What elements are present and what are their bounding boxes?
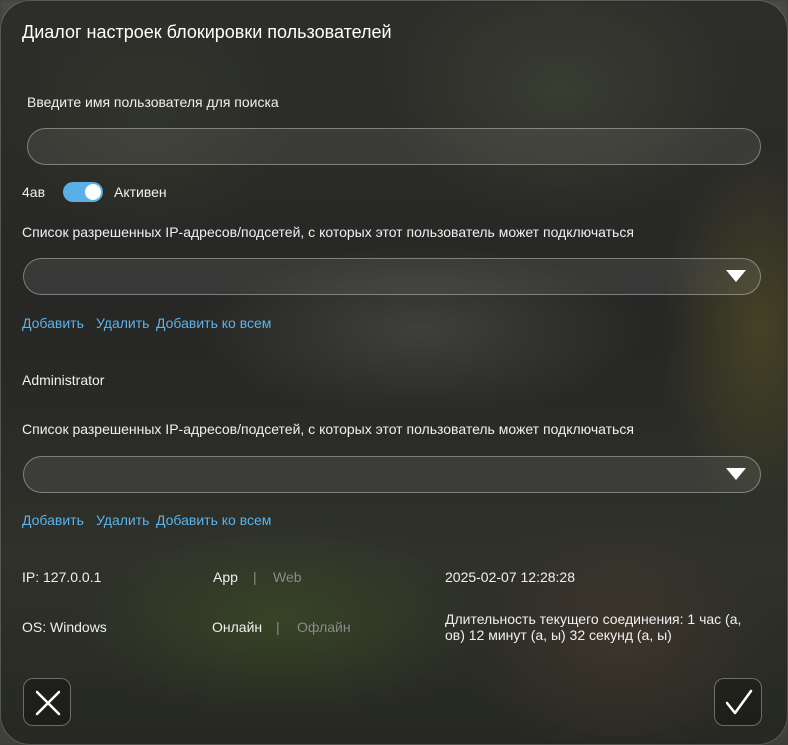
add-ip-link[interactable]: Добавить xyxy=(22,512,84,528)
user-name-label: Administrator xyxy=(22,372,105,388)
session-os: OS: Windows xyxy=(22,619,107,635)
user-active-toggle[interactable] xyxy=(63,182,103,202)
ip-list-select[interactable] xyxy=(23,456,761,493)
client-web-label: Web xyxy=(273,569,302,585)
confirm-button[interactable] xyxy=(714,678,762,726)
search-label: Введите имя пользователя для поиска xyxy=(27,94,279,110)
offline-status-label: Офлайн xyxy=(297,619,351,635)
user-status-label: Активен xyxy=(114,184,167,200)
ip-list-select[interactable] xyxy=(23,258,761,295)
cancel-button[interactable] xyxy=(23,678,71,726)
ip-list-label: Список разрешенных IP-адресов/подсетей, … xyxy=(22,224,634,240)
remove-ip-link[interactable]: Удалить xyxy=(96,315,149,331)
add-ip-to-all-link[interactable]: Добавить ко всем xyxy=(156,512,271,528)
status-separator: | xyxy=(276,619,280,635)
close-icon xyxy=(35,690,61,716)
toggle-knob xyxy=(85,184,101,200)
checkmark-icon xyxy=(725,689,753,715)
chevron-down-icon xyxy=(726,270,746,282)
user-block-settings-dialog: Диалог настроек блокировки пользователей… xyxy=(0,0,788,745)
chevron-down-icon xyxy=(726,468,746,480)
add-ip-link[interactable]: Добавить xyxy=(22,315,84,331)
online-status-label: Онлайн xyxy=(212,619,263,635)
session-duration: Длительность текущего соединения: 1 час … xyxy=(445,611,742,643)
client-app-label: App xyxy=(213,569,238,585)
ip-list-label: Список разрешенных IP-адресов/подсетей, … xyxy=(22,421,634,437)
remove-ip-link[interactable]: Удалить xyxy=(96,512,149,528)
session-timestamp: 2025-02-07 12:28:28 xyxy=(445,569,575,585)
dialog-title: Диалог настроек блокировки пользователей xyxy=(22,22,392,42)
session-ip: IP: 127.0.0.1 xyxy=(22,569,102,585)
client-separator: | xyxy=(253,569,257,585)
user-name-label: 4ав xyxy=(22,184,46,200)
user-search-input[interactable] xyxy=(27,128,761,165)
add-ip-to-all-link[interactable]: Добавить ко всем xyxy=(156,315,271,331)
